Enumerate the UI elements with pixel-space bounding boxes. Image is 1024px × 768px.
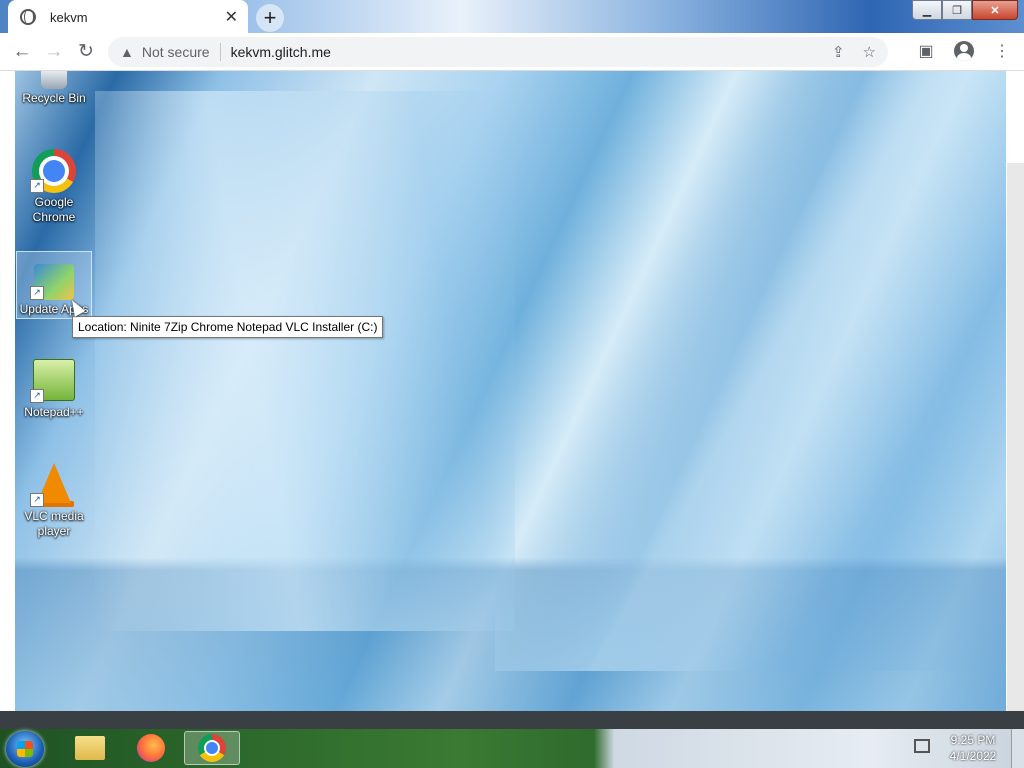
window-controls: ▁ ❐ ✕ <box>912 0 1018 20</box>
forward-arrow-icon[interactable]: → <box>38 36 70 68</box>
vlc-cone-icon: ↗ <box>30 463 76 507</box>
side-panel-icon[interactable]: ▣ <box>912 37 940 65</box>
taskbar-firefox[interactable] <box>123 731 179 765</box>
remote-desktop-screen[interactable]: Recycle Bin ↗ Google Chrome ↗ Update App… <box>15 71 1006 711</box>
menu-kebab-icon[interactable]: ⋮ <box>988 37 1016 65</box>
shortcut-arrow-icon: ↗ <box>30 493 44 507</box>
taskbar-chrome[interactable] <box>184 731 240 765</box>
desktop-icon-notepad-plus-plus[interactable]: ↗ Notepad++ <box>16 359 92 420</box>
warning-icon[interactable]: ▲ <box>120 44 134 60</box>
security-label[interactable]: Not secure <box>142 44 210 60</box>
tab-title: kekvm <box>50 9 88 25</box>
shortcut-arrow-icon: ↗ <box>30 389 44 403</box>
new-tab-button[interactable]: + <box>256 4 284 32</box>
page-bottom-strip <box>0 711 1024 729</box>
chrome-icon: ↗ <box>30 149 76 193</box>
taskbar-clock[interactable]: 9:25 PM 4/1/2022 <box>940 732 1006 764</box>
wallpaper-glacier <box>95 91 515 631</box>
desktop-icon-label: Notepad++ <box>24 405 84 419</box>
desktop-icon-label: VLC media player <box>24 509 84 538</box>
network-tray-icon[interactable] <box>914 739 930 753</box>
reload-icon[interactable]: ↻ <box>70 36 102 68</box>
globe-icon <box>20 9 36 25</box>
windows-start-icon[interactable] <box>6 731 44 767</box>
desktop-icon-recycle-bin[interactable]: Recycle Bin <box>16 71 92 106</box>
minimize-button[interactable]: ▁ <box>912 0 942 20</box>
bookmark-star-icon[interactable]: ☆ <box>863 43 876 61</box>
chrome-icon <box>198 734 226 762</box>
omnibox-divider <box>219 43 221 61</box>
share-icon[interactable]: ⇪ <box>832 43 845 61</box>
browser-toolbar: ← → ↻ ▲ Not secure kekvm.glitch.me ⇪ ☆ ▣… <box>0 33 1024 71</box>
clock-date: 4/1/2022 <box>949 749 997 763</box>
shortcut-arrow-icon: ↗ <box>30 179 44 193</box>
address-bar[interactable]: ▲ Not secure kekvm.glitch.me ⇪ ☆ <box>108 37 888 67</box>
profile-avatar-icon[interactable] <box>950 37 978 65</box>
shortcut-arrow-icon: ↗ <box>30 286 44 300</box>
notepad-plus-plus-icon: ↗ <box>30 359 76 403</box>
close-window-button[interactable]: ✕ <box>972 0 1018 20</box>
page-viewport: Recycle Bin ↗ Google Chrome ↗ Update App… <box>0 71 1024 711</box>
restore-button[interactable]: ❐ <box>942 0 972 20</box>
taskbar-explorer[interactable] <box>62 731 118 765</box>
desktop-icon-label: Recycle Bin <box>22 91 86 105</box>
desktop-icon-label: Google Chrome <box>32 195 76 224</box>
location-tooltip: Location: Ninite 7Zip Chrome Notepad VLC… <box>72 316 384 338</box>
back-arrow-icon[interactable]: ← <box>6 36 38 68</box>
wallpaper-glacier-ridge <box>495 71 1006 671</box>
firefox-icon <box>137 734 165 762</box>
desktop-icon-vlc[interactable]: ↗ VLC media player <box>16 463 92 539</box>
page-scrollbar[interactable] <box>1007 163 1024 711</box>
recycle-bin-icon <box>32 71 76 89</box>
folder-icon <box>75 736 105 760</box>
desktop-icon-google-chrome[interactable]: ↗ Google Chrome <box>16 149 92 225</box>
show-desktop-button[interactable] <box>1011 729 1024 768</box>
tab-close-icon[interactable]: ✕ <box>225 7 238 27</box>
url-text[interactable]: kekvm.glitch.me <box>231 44 331 60</box>
browser-tab[interactable]: kekvm ✕ <box>8 0 248 34</box>
remote-taskbar: 9:25 PM 4/1/2022 <box>0 729 1024 768</box>
clock-time: 9:25 PM <box>950 733 996 747</box>
update-apps-icon: ↗ <box>30 264 76 300</box>
